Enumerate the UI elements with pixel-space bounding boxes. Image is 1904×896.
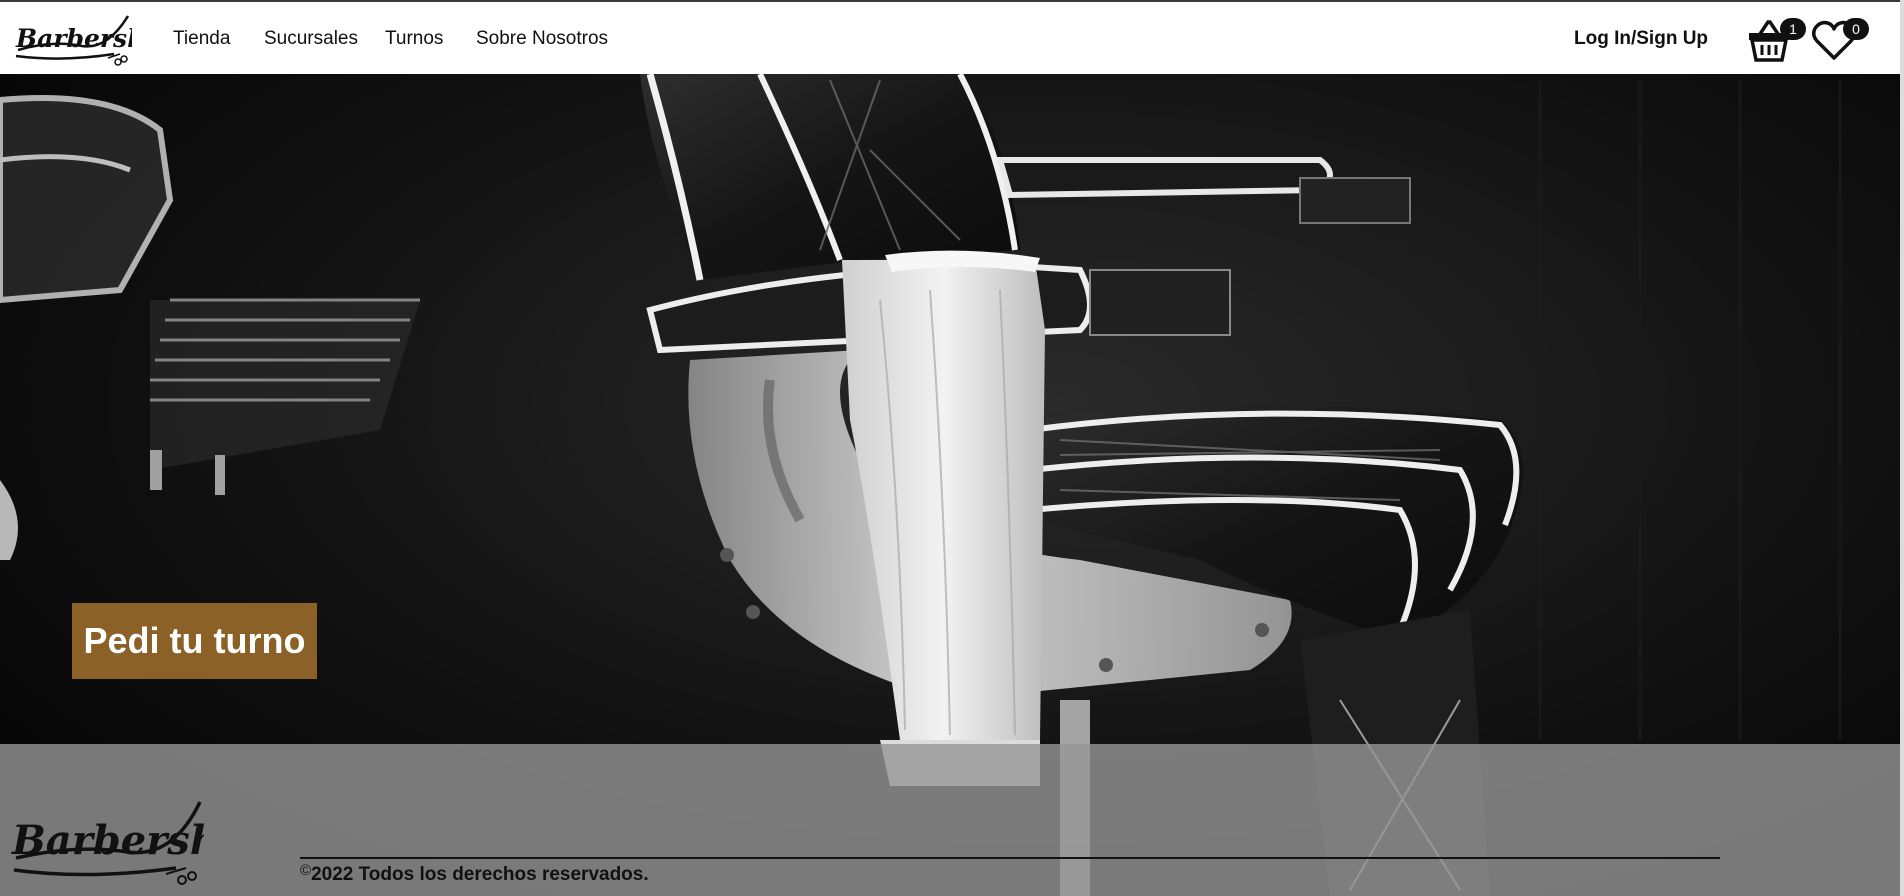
copyright-label: 2022 Todos los derechos reservados. (311, 864, 649, 885)
favorites-count-badge: 0 (1843, 18, 1869, 40)
scrollbar[interactable] (1900, 0, 1904, 896)
brand-logo-text: Barbershop (15, 24, 132, 53)
nav-link-turnos[interactable]: Turnos (385, 28, 443, 50)
nav-link-sobre-nosotros[interactable]: Sobre Nosotros (476, 28, 608, 50)
cart-count-badge: 1 (1780, 18, 1806, 40)
navbar: Barbershop Tienda Sucursales Turnos Sobr… (0, 0, 1904, 74)
nav-link-sucursales[interactable]: Sucursales (264, 28, 358, 50)
nav-link-tienda[interactable]: Tienda (173, 28, 230, 50)
login-signup-link[interactable]: Log In/Sign Up (1574, 28, 1708, 50)
copyright-text: ©2022 Todos los derechos reservados. (300, 862, 649, 886)
book-appointment-button[interactable]: Pedi tu turno (72, 603, 317, 679)
footer-divider (300, 857, 1720, 859)
page: Barbershop Tienda Sucursales Turnos Sobr… (0, 0, 1904, 896)
footer-logo: Barbershop (8, 796, 274, 888)
brand-logo[interactable]: Barbershop (12, 10, 180, 68)
copyright-symbol: © (300, 862, 312, 879)
footer-logo-text: Barbershop (11, 817, 204, 864)
footer: Barbershop ©2022 Todos los derechos rese… (0, 744, 1904, 896)
